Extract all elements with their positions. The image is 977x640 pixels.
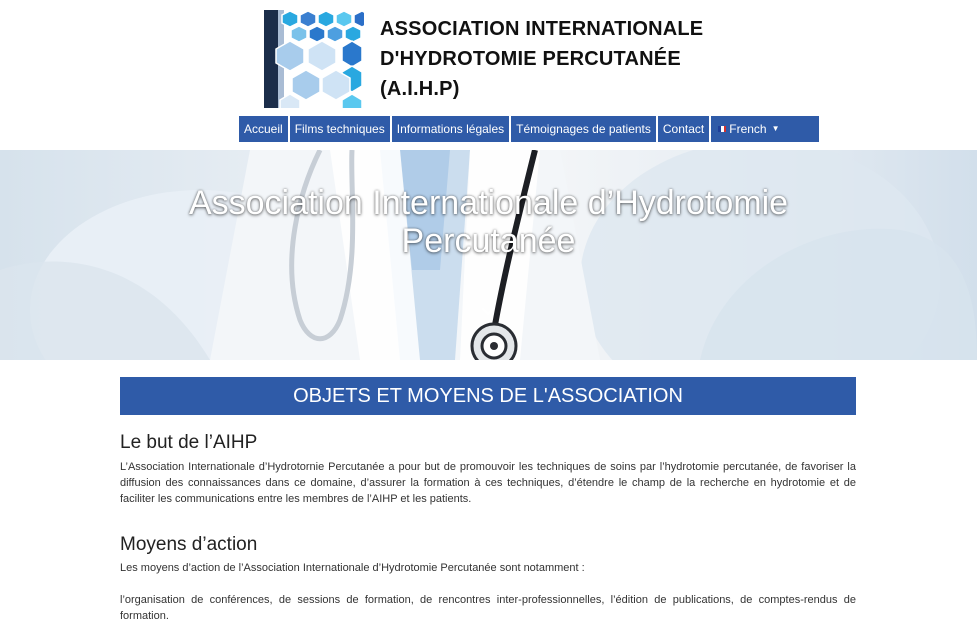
nav-accueil[interactable]: Accueil [239, 116, 288, 142]
hero-title: Association Internationale d’Hydrotomie … [0, 184, 977, 260]
goal-text: L’Association Internationale d’Hydrotorn… [120, 461, 856, 505]
means-heading: Moyens d’action [120, 534, 258, 555]
nav-contact[interactable]: Contact [657, 116, 710, 142]
goal-heading: Le but de l’AIHP [120, 432, 258, 453]
hero-banner: Association Internationale d’Hydrotomie … [0, 150, 977, 360]
organization-title: ASSOCIATION INTERNATIONALE D'HYDROTOMIE … [380, 14, 800, 104]
org-title-line-2: D'HYDROTOMIE PERCUTANÉE [380, 48, 681, 70]
chevron-down-icon: ▼ [771, 124, 780, 133]
section-banner: OBJETS ET MOYENS DE L'ASSOCIATION [120, 377, 856, 415]
org-title-line-1: ASSOCIATION INTERNATIONALE [380, 18, 704, 40]
nav-informations-legales[interactable]: Informations légales [391, 116, 510, 142]
french-flag-icon [718, 126, 727, 132]
means-item: l’organisation de conférences, de sessio… [120, 594, 856, 622]
hero-title-line-1: Association Internationale d’Hydrotomie [188, 184, 789, 222]
means-intro: Les moyens d’action de l’Association Int… [120, 562, 585, 574]
scroll-down-chevron-icon[interactable] [481, 306, 495, 316]
org-title-line-3: (A.I.H.P) [380, 78, 460, 100]
nav-films-techniques[interactable]: Films techniques [289, 116, 390, 142]
aihp-hexagon-logo[interactable] [264, 10, 364, 108]
hero-title-line-2: Percutanée [401, 222, 576, 260]
language-dropdown[interactable]: French ▼ [711, 116, 820, 142]
main-nav: Accueil Films techniques Informations lé… [239, 116, 820, 142]
site-header: ASSOCIATION INTERNATIONALE D'HYDROTOMIE … [0, 0, 977, 115]
nav-temoignages-patients[interactable]: Témoignages de patients [511, 116, 656, 142]
language-label: French [729, 122, 767, 136]
